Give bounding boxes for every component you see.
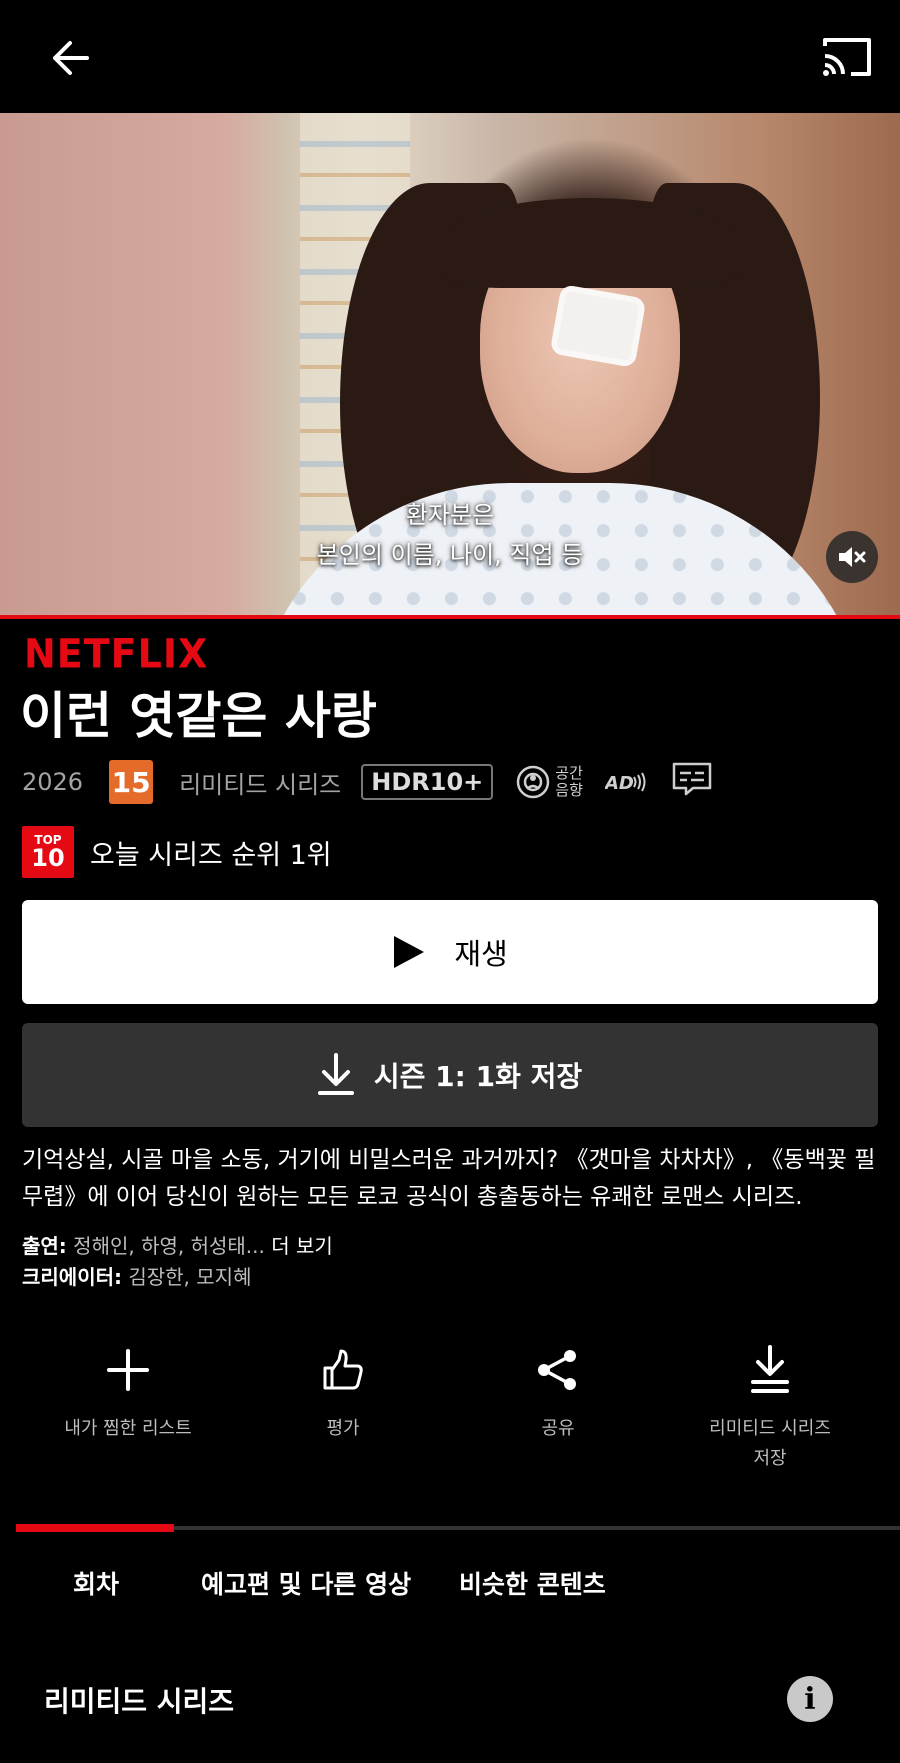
download-series-line1: 리미티드 시리즈 — [709, 1418, 831, 1439]
tab-similar[interactable]: 비슷한 콘텐츠 — [459, 1565, 606, 1601]
video-progress-fill — [0, 615, 900, 619]
audio-description-glyph: AD — [605, 772, 646, 794]
cast-line: 출연: 정해인, 하영, 허성태... 더 보기 — [22, 1231, 333, 1262]
tab-bar — [16, 1524, 900, 1532]
rate-label: 평가 — [326, 1418, 360, 1439]
cast-names: 정해인, 하영, 허성태... — [66, 1234, 265, 1258]
rate-button[interactable]: 평가 — [243, 1340, 443, 1444]
page-title: 이런 엿같은 사랑 — [20, 687, 377, 745]
content-type: 리미티드 시리즈 — [179, 770, 342, 799]
cast-button[interactable] — [818, 32, 876, 82]
spatial-audio-label: 공간 음향 — [555, 765, 583, 799]
creator-names: 김장한, 모지혜 — [122, 1265, 252, 1289]
forehead-bandage — [549, 284, 647, 368]
play-button[interactable]: 재생 — [22, 900, 878, 1004]
plus-icon — [107, 1349, 149, 1391]
spatial-audio-badge: 공간 음향 — [515, 764, 583, 800]
my-list-label: 내가 찜한 리스트 — [64, 1418, 192, 1439]
ranking-row: TOP 10 오늘 시리즈 순위 1위 — [22, 826, 332, 878]
mute-button[interactable] — [826, 531, 878, 583]
download-icon — [317, 1053, 354, 1095]
download-series-icon — [751, 1345, 789, 1393]
age-rating-badge: 15 — [109, 760, 154, 804]
hair-top — [440, 198, 740, 288]
cast-icon — [823, 38, 871, 76]
thumbs-up-icon — [323, 1349, 363, 1390]
download-series-label: 리미티드 시리즈 저장 — [670, 1414, 870, 1474]
hdr-badge: HDR10+ — [361, 764, 494, 800]
release-year: 2026 — [22, 768, 84, 796]
play-button-label: 재생 — [454, 937, 508, 971]
ranking-text: 오늘 시리즈 순위 1위 — [90, 839, 332, 871]
tab-episodes[interactable]: 회차 — [73, 1565, 119, 1601]
video-progress-bar — [0, 615, 900, 619]
download-episode-label: 시즌 1: 1화 저장 — [373, 1060, 583, 1093]
netflix-logo: NETFLIX — [24, 630, 209, 678]
arrow-left-icon — [53, 41, 89, 75]
spatial-audio-line1: 공간 — [555, 764, 583, 782]
action-row: 내가 찜한 리스트 평가 공유 리미티드 시리즈 저장 — [0, 1340, 900, 1480]
metadata-row: 2026 15 리미티드 시리즈 HDR10+ 공간 음향 AD — [22, 758, 713, 806]
season-label: 리미티드 시리즈 — [44, 1685, 235, 1718]
share-icon — [538, 1350, 576, 1390]
back-button[interactable] — [44, 34, 96, 82]
share-button[interactable]: 공유 — [458, 1340, 658, 1444]
volume-muted-icon — [839, 547, 866, 567]
top10-badge-num: 10 — [31, 844, 65, 872]
download-episode-button[interactable]: 시즌 1: 1화 저장 — [22, 1023, 878, 1127]
share-label: 공유 — [541, 1418, 575, 1439]
credits: 출연: 정해인, 하영, 허성태... 더 보기 크리에이터: 김장한, 모지혜 — [22, 1231, 333, 1293]
spatial-audio-icon — [517, 765, 550, 799]
my-list-button[interactable]: 내가 찜한 리스트 — [28, 1340, 228, 1444]
top10-badge: TOP 10 — [22, 826, 74, 878]
tab-trailers[interactable]: 예고편 및 다른 영상 — [201, 1565, 411, 1601]
cast-label: 출연: — [22, 1234, 67, 1258]
audio-description-icon: AD — [605, 770, 649, 794]
top-bar — [0, 0, 900, 113]
download-series-button[interactable]: 리미티드 시리즈 저장 — [670, 1340, 870, 1474]
creator-label: 크리에이터: — [22, 1265, 122, 1289]
play-icon — [394, 936, 425, 968]
download-series-line2: 저장 — [753, 1448, 787, 1469]
info-button[interactable]: i — [787, 1676, 833, 1722]
tab-active-indicator — [16, 1524, 174, 1532]
spatial-audio-line2: 음향 — [555, 781, 583, 799]
subtitle-line-1: 환자분은 — [405, 501, 495, 529]
synopsis: 기억상실, 시골 마을 소동, 거기에 비밀스러운 과거까지? 《갯마을 차차차… — [22, 1147, 876, 1210]
more-cast-link[interactable]: 더 보기 — [271, 1234, 333, 1258]
creator-line: 크리에이터: 김장한, 모지혜 — [22, 1262, 333, 1293]
subtitles-icon — [671, 761, 713, 803]
subtitle-line-2: 본인의 이름, 나이, 직업 등 — [316, 541, 584, 569]
video-preview[interactable]: 환자분은 본인의 이름, 나이, 직업 등 — [0, 113, 900, 618]
info-icon: i — [804, 1681, 816, 1717]
ad-text: AD — [605, 773, 634, 794]
